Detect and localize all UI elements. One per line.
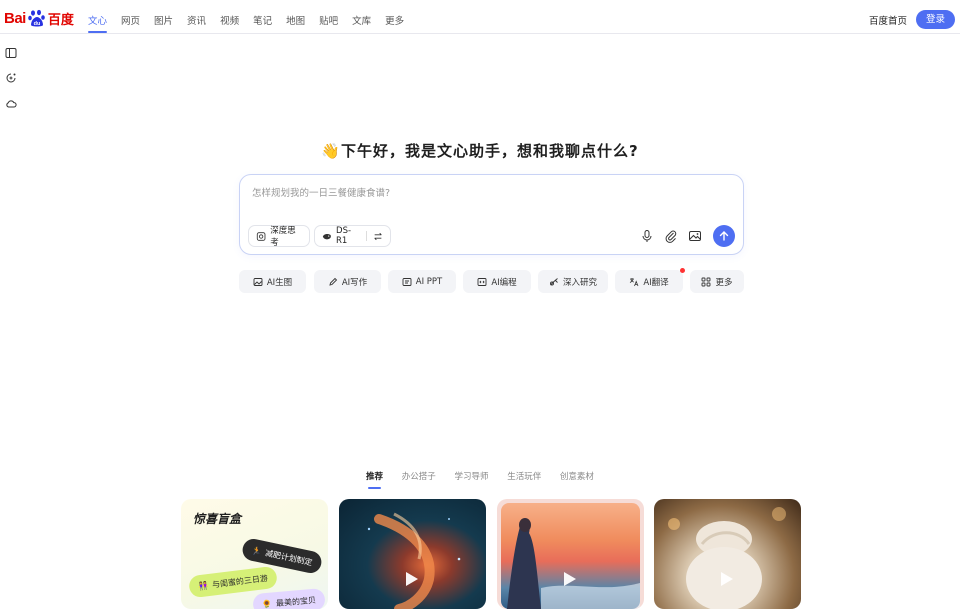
nav-tab-web[interactable]: 网页 <box>121 0 140 34</box>
sunflower-icon: 🌻 <box>261 599 273 609</box>
card-title: 惊喜盲盒 <box>193 512 242 526</box>
prompt-tag-label: 最美的宝贝 <box>275 595 317 608</box>
logo-text-cn: 百度 <box>47 12 74 28</box>
quick-deep-research[interactable]: 深入研究 <box>538 270 608 293</box>
quick-ai-code[interactable]: AI编程 <box>463 270 531 293</box>
nav-tab-news[interactable]: 资讯 <box>187 0 206 34</box>
play-icon <box>720 572 733 586</box>
nav-tab-images[interactable]: 图片 <box>154 0 173 34</box>
chat-composer: 深度思考 DS-R1 <box>239 174 744 255</box>
category-tab-office[interactable]: 办公搭子 <box>402 470 436 490</box>
quick-more[interactable]: 更多 <box>690 270 744 293</box>
category-tabs: 推荐 办公搭子 学习导师 生活玩伴 创意素材 <box>0 470 960 490</box>
quick-actions: AI生图 AI写作 AI PPT AI编程 深入研究 AI翻译 更多 <box>239 268 744 293</box>
greeting-title: 👋下午好，我是文心助手，想和我聊点什么? <box>321 142 639 160</box>
category-tab-creative[interactable]: 创意素材 <box>560 470 594 490</box>
arrow-up-icon <box>719 231 729 241</box>
new-chat-icon[interactable] <box>5 72 17 84</box>
quick-ai-image[interactable]: AI生图 <box>239 270 306 293</box>
prompt-tag-label: 减肥计划制定 <box>264 548 314 567</box>
whale-icon <box>322 233 331 239</box>
top-nav: Bai du 百度 文心 网页 图片 资讯 视频 笔记 地图 贴吧 文库 更多 … <box>0 0 960 34</box>
category-tab-recommended[interactable]: 推荐 <box>366 470 383 490</box>
category-tab-learning[interactable]: 学习导师 <box>454 470 488 490</box>
logo-text-bai: Bai <box>4 9 26 27</box>
new-indicator-dot <box>680 268 685 273</box>
sidebar-toggle-icon[interactable] <box>5 47 17 59</box>
prompt-tag[interactable]: 🌻 最美的宝贝 <box>252 587 326 609</box>
attachment-icon[interactable] <box>664 229 678 243</box>
pen-icon <box>329 277 337 286</box>
ppt-icon <box>402 277 412 286</box>
quick-label: 更多 <box>715 277 733 288</box>
code-icon <box>477 277 487 286</box>
baidu-logo[interactable]: Bai du 百度 <box>4 7 74 29</box>
prompt-tag-label: 与闺蜜的三日游 <box>211 573 269 590</box>
sunset-artwork <box>501 503 640 609</box>
quick-label: AI生图 <box>266 277 293 288</box>
microphone-icon[interactable] <box>640 229 654 243</box>
quick-label: 深入研究 <box>562 277 597 288</box>
video-card[interactable] <box>654 499 801 609</box>
nav-tab-wenxin[interactable]: 文心 <box>88 0 108 34</box>
baidu-home-link[interactable]: 百度首页 <box>869 13 907 27</box>
nav-tab-video[interactable]: 视频 <box>220 0 239 34</box>
nav-tabs: 文心 网页 图片 资讯 视频 笔记 地图 贴吧 文库 更多 <box>88 0 418 34</box>
image-gen-icon <box>253 277 263 286</box>
quick-label: AI写作 <box>341 277 368 288</box>
video-card[interactable] <box>339 499 486 609</box>
deep-think-icon <box>256 231 266 241</box>
quick-label: AI翻译 <box>643 277 669 288</box>
nav-tab-wenku[interactable]: 文库 <box>352 0 371 34</box>
chat-input[interactable] <box>252 183 722 203</box>
nav-tab-map[interactable]: 地图 <box>286 0 305 34</box>
quick-label: AI PPT <box>415 276 443 287</box>
category-tab-life[interactable]: 生活玩伴 <box>507 470 541 490</box>
cloud-icon[interactable] <box>5 98 17 110</box>
model-selector[interactable]: DS-R1 <box>314 225 391 247</box>
surprise-box-card[interactable]: 惊喜盲盒 🏃 减肥计划制定 👭 与闺蜜的三日游 🌻 最美的宝贝 <box>181 499 328 609</box>
swap-icon <box>374 232 382 240</box>
deep-think-toggle[interactable]: 深度思考 <box>248 225 310 248</box>
quick-ai-ppt[interactable]: AI PPT <box>388 270 456 293</box>
svg-text:du: du <box>33 21 40 27</box>
deep-think-label: 深度思考 <box>270 226 296 248</box>
kitten-artwork <box>668 507 786 609</box>
nav-tab-notes[interactable]: 笔记 <box>253 0 272 34</box>
nav-tab-tieba[interactable]: 贴吧 <box>319 0 338 34</box>
translate-icon <box>630 277 639 286</box>
image-upload-icon[interactable] <box>688 229 702 243</box>
paw-icon: du <box>28 9 45 27</box>
nav-tab-more[interactable]: 更多 <box>385 0 404 34</box>
research-icon <box>550 277 558 285</box>
divider <box>366 231 367 241</box>
model-label: DS-R1 <box>336 226 352 246</box>
send-button[interactable] <box>713 225 735 247</box>
runner-icon: 🏃 <box>250 545 263 557</box>
video-card[interactable] <box>497 499 644 609</box>
koi-fish-artwork <box>367 512 461 609</box>
login-button[interactable]: 登录 <box>916 10 955 29</box>
play-icon <box>563 572 576 586</box>
quick-label: AI编程 <box>491 277 517 288</box>
girl-silhouette <box>507 518 640 609</box>
quick-ai-write[interactable]: AI写作 <box>314 270 381 293</box>
quick-ai-translate[interactable]: AI翻译 <box>615 270 683 293</box>
friends-icon: 👭 <box>197 580 209 591</box>
play-icon <box>405 572 418 586</box>
grid-icon <box>702 277 711 286</box>
